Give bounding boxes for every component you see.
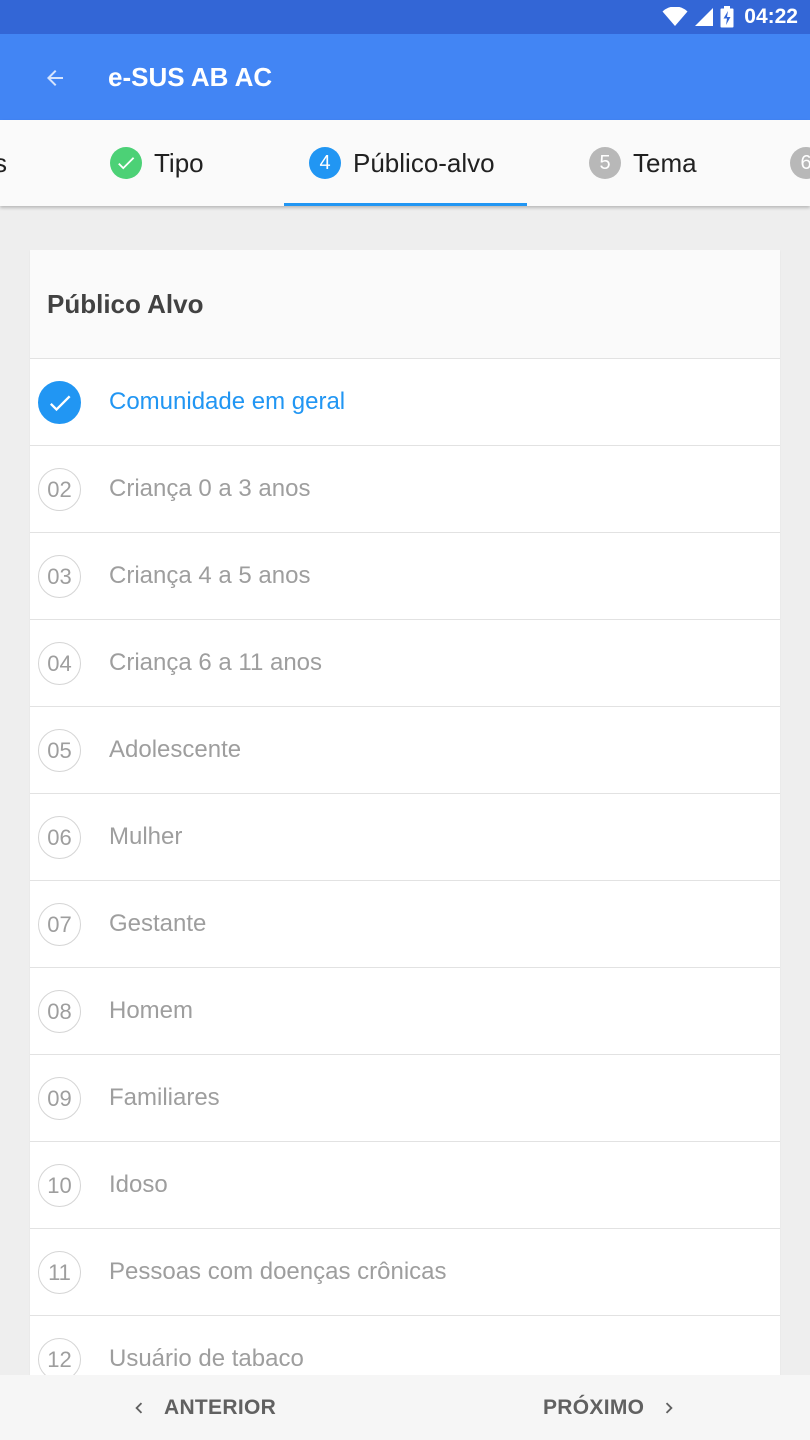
step-number-badge: 5 bbox=[589, 147, 621, 179]
item-number-badge: 09 bbox=[38, 1077, 81, 1120]
list-item-label: Criança 6 a 11 anos bbox=[109, 649, 323, 676]
item-number-badge: 10 bbox=[38, 1164, 81, 1207]
check-icon bbox=[110, 147, 142, 179]
status-icons: 04:22 bbox=[662, 4, 798, 30]
list-item-gestante[interactable]: 07 Gestante bbox=[30, 881, 780, 968]
item-number-badge: 12 bbox=[38, 1338, 81, 1375]
previous-button[interactable]: ANTERIOR bbox=[128, 1375, 276, 1440]
checked-circle-icon bbox=[38, 381, 81, 424]
step-tipo[interactable]: Tipo bbox=[110, 120, 204, 206]
list-item-mulher[interactable]: 06 Mulher bbox=[30, 794, 780, 881]
item-number-badge: 08 bbox=[38, 990, 81, 1033]
list-item-homem[interactable]: 08 Homem bbox=[30, 968, 780, 1055]
card-title: Público Alvo bbox=[47, 288, 204, 319]
active-step-indicator bbox=[284, 203, 527, 206]
step-tema-label: Tema bbox=[633, 147, 697, 178]
item-number-badge: 05 bbox=[38, 729, 81, 772]
list-item-label: Adolescente bbox=[109, 736, 242, 763]
list-item-doencas-cronicas[interactable]: 11 Pessoas com doenças crônicas bbox=[30, 1229, 780, 1316]
step-number-badge: 4 bbox=[309, 147, 341, 179]
step-publico-alvo-label: Público-alvo bbox=[353, 147, 495, 178]
signal-icon bbox=[695, 8, 714, 26]
step-publico-alvo[interactable]: 4 Público-alvo bbox=[309, 120, 495, 206]
next-button-label: PRÓXIMO bbox=[543, 1395, 645, 1419]
item-number-badge: 03 bbox=[38, 555, 81, 598]
step-previous[interactable]: s bbox=[0, 120, 7, 206]
chevron-right-icon bbox=[666, 1402, 673, 1413]
list-item-comunidade-em-geral[interactable]: Comunidade em geral bbox=[30, 359, 780, 446]
list-item-label: Comunidade em geral bbox=[109, 388, 346, 415]
step-next[interactable]: 6 bbox=[790, 120, 810, 206]
battery-charging-icon bbox=[720, 6, 734, 28]
list-item-crianca-0-3[interactable]: 02 Criança 0 a 3 anos bbox=[30, 446, 780, 533]
list-item-label: Familiares bbox=[109, 1084, 220, 1111]
item-number-badge: 07 bbox=[38, 903, 81, 946]
step-previous-label: s bbox=[0, 147, 7, 178]
publico-alvo-card: Público Alvo Comunidade em geral 02 Cria… bbox=[30, 250, 780, 1375]
back-button[interactable] bbox=[30, 53, 80, 103]
item-number-badge: 06 bbox=[38, 816, 81, 859]
list-item-label: Idoso bbox=[109, 1171, 168, 1198]
app-bar: e-SUS AB AC bbox=[0, 34, 810, 120]
list-item-crianca-6-11[interactable]: 04 Criança 6 a 11 anos bbox=[30, 620, 780, 707]
list-item-label: Criança 4 a 5 anos bbox=[109, 562, 311, 589]
status-bar: 04:22 bbox=[0, 0, 810, 34]
list-item-adolescente[interactable]: 05 Adolescente bbox=[30, 707, 780, 794]
list-item-crianca-4-5[interactable]: 03 Criança 4 a 5 anos bbox=[30, 533, 780, 620]
next-button[interactable]: PRÓXIMO bbox=[543, 1375, 680, 1440]
previous-button-label: ANTERIOR bbox=[164, 1395, 277, 1419]
list-item-usuario-tabaco[interactable]: 12 Usuário de tabaco bbox=[30, 1316, 780, 1375]
list-item-label: Criança 0 a 3 anos bbox=[109, 475, 311, 502]
card-header: Público Alvo bbox=[30, 250, 780, 359]
step-number-badge: 6 bbox=[790, 147, 810, 179]
list-item-familiares[interactable]: 09 Familiares bbox=[30, 1055, 780, 1142]
wifi-icon bbox=[662, 7, 688, 26]
list-item-label: Homem bbox=[109, 997, 194, 1024]
arrow-back-icon bbox=[47, 70, 63, 86]
list-item-label: Gestante bbox=[109, 910, 207, 937]
list-item-label: Usuário de tabaco bbox=[109, 1345, 304, 1372]
step-tema[interactable]: 5 Tema bbox=[589, 120, 697, 206]
item-number-badge: 04 bbox=[38, 642, 81, 685]
bottom-navigation: ANTERIOR PRÓXIMO bbox=[0, 1375, 810, 1440]
app-title: e-SUS AB AC bbox=[108, 62, 273, 92]
chevron-left-icon bbox=[135, 1402, 143, 1413]
list-item-idoso[interactable]: 10 Idoso bbox=[30, 1142, 780, 1229]
item-number-badge: 11 bbox=[38, 1251, 81, 1294]
list-item-label: Pessoas com doenças crônicas bbox=[109, 1258, 447, 1285]
list-item-label: Mulher bbox=[109, 823, 183, 850]
item-number-badge: 02 bbox=[38, 468, 81, 511]
status-time: 04:22 bbox=[744, 5, 798, 28]
step-tipo-label: Tipo bbox=[154, 147, 204, 178]
stepper: s Tipo 4 Público-alvo 5 Tema 6 bbox=[0, 120, 810, 206]
